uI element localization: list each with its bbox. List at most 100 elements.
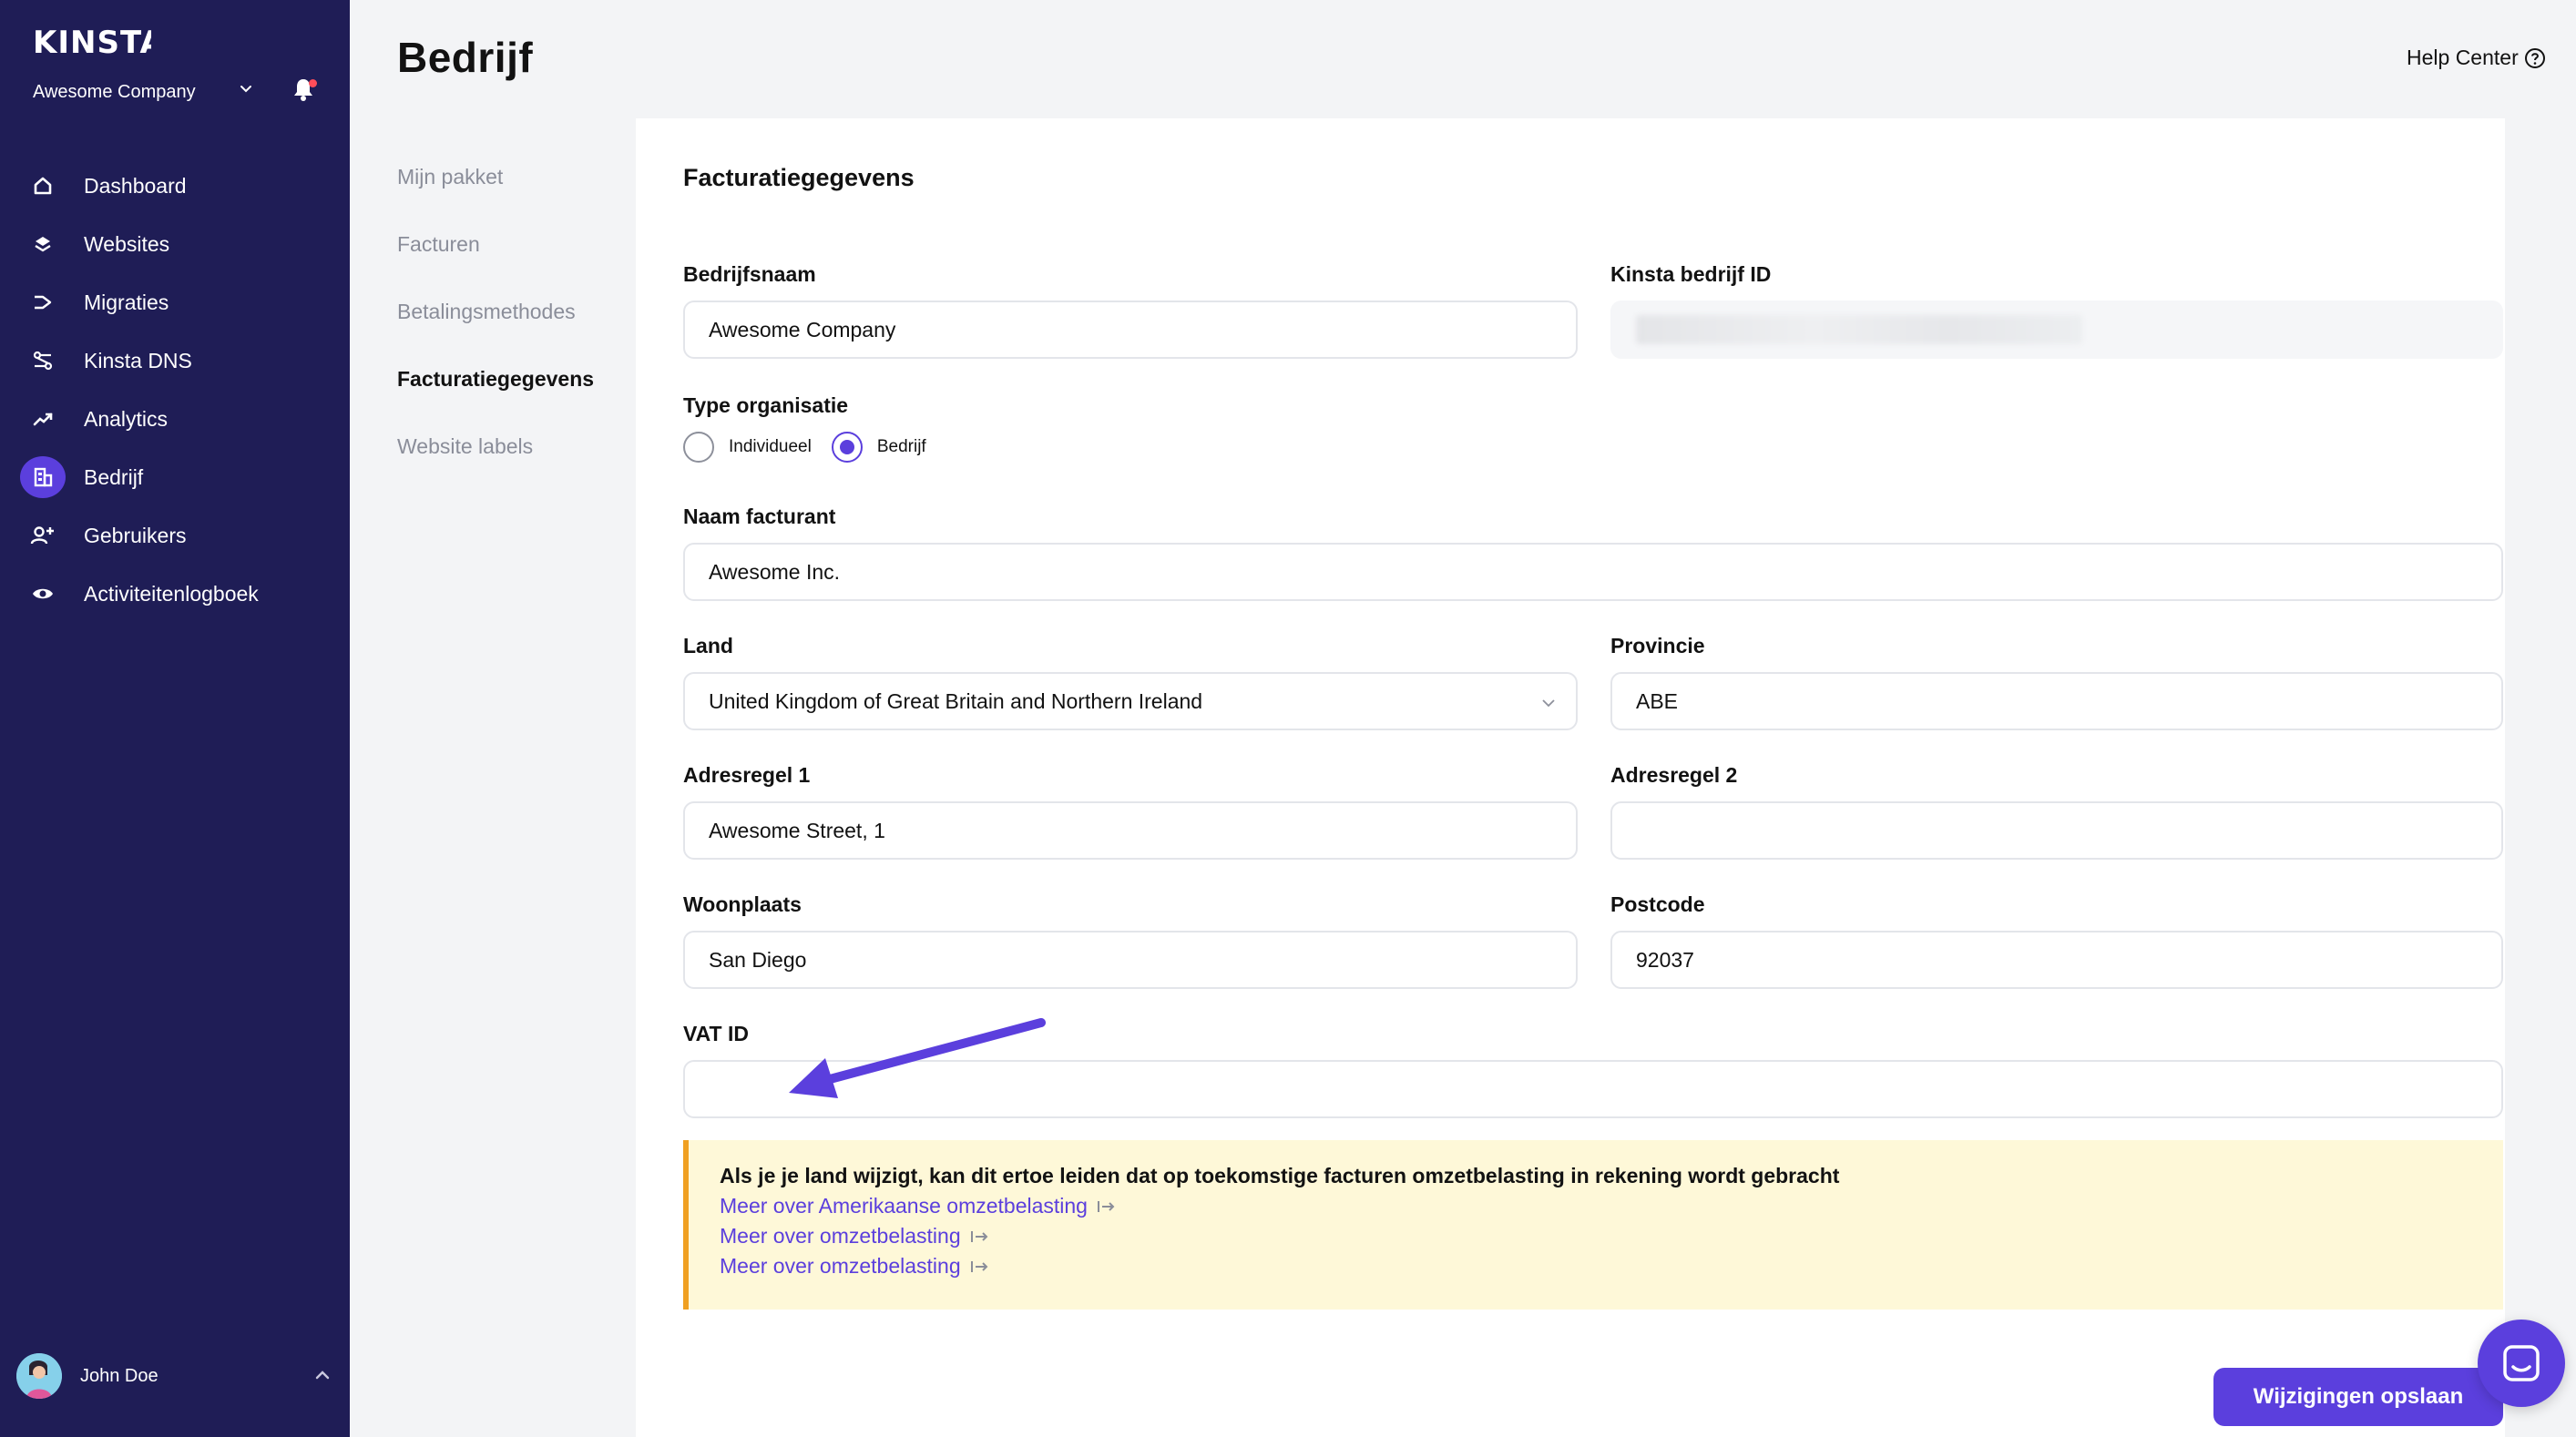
avatar <box>16 1353 62 1399</box>
migrate-icon <box>20 281 66 323</box>
dns-icon <box>20 340 66 382</box>
tax-notice: Als je je land wijzigt, kan dit ertoe le… <box>683 1140 2503 1310</box>
kinsta-logo-mark: KINSTA <box>33 25 164 61</box>
sidebar-item-kinsta-dns[interactable]: Kinsta DNS <box>0 331 350 390</box>
province-input[interactable]: ABE <box>1610 672 2503 730</box>
user-name: John Doe <box>80 1365 158 1386</box>
province-value: ABE <box>1636 688 1679 713</box>
org-type-label: Type organisatie <box>683 393 849 417</box>
sidebar-item-label: Analytics <box>84 406 169 431</box>
address2-input[interactable] <box>1610 801 2503 860</box>
sidebar-item-label: Activiteitenlogboek <box>84 581 259 606</box>
sidebar-item-migraties[interactable]: Migraties <box>0 273 350 331</box>
notification-dot <box>309 79 317 87</box>
subnav-website-labels[interactable]: Website labels <box>397 430 594 497</box>
company-name-label: Bedrijfsnaam <box>683 262 816 286</box>
province-label: Provincie <box>1610 634 1705 657</box>
invoice-name-label: Naam facturant <box>683 504 836 528</box>
address1-value: Awesome Street, 1 <box>709 818 885 842</box>
subnav-betalingsmethodes[interactable]: Betalingsmethodes <box>397 295 594 362</box>
city-value: San Diego <box>709 947 807 972</box>
invoice-name-value: Awesome Inc. <box>709 559 841 584</box>
help-icon <box>2524 47 2545 68</box>
kinsta-id-field <box>1610 301 2503 359</box>
radio-bedrijf[interactable]: Bedrijf <box>831 432 926 463</box>
address1-label: Adresregel 1 <box>683 763 811 787</box>
city-input[interactable]: San Diego <box>683 931 1578 989</box>
annotation-arrow <box>789 1018 1046 1098</box>
chevron-up-icon <box>315 1371 330 1380</box>
svg-text:KINSTA: KINSTA <box>33 27 151 58</box>
notice-link-label: Meer over omzetbelasting <box>720 1224 961 1248</box>
postcode-label: Postcode <box>1610 892 1705 916</box>
page-title: Bedrijf <box>397 34 534 81</box>
layers-icon <box>20 223 66 265</box>
postcode-input[interactable]: 92037 <box>1610 931 2503 989</box>
subnav-facturatiegegevens[interactable]: Facturatiegegevens <box>397 362 594 430</box>
sidebar: KINSTA Awesome Company Dashboard Website… <box>0 0 350 1437</box>
help-center-link[interactable]: Help Center <box>2407 46 2546 70</box>
help-center-label: Help Center <box>2407 46 2519 69</box>
external-link-icon <box>1097 1200 1115 1212</box>
notice-link-label: Meer over Amerikaanse omzetbelasting <box>720 1194 1088 1218</box>
notice-link-tax-2[interactable]: Meer over omzetbelasting <box>720 1251 2503 1281</box>
chat-launcher[interactable] <box>2478 1320 2565 1407</box>
tax-notice-message: Als je je land wijzigt, kan dit ertoe le… <box>720 1164 1840 1187</box>
sidebar-item-label: Gebruikers <box>84 523 187 547</box>
notifications-button[interactable] <box>291 76 319 104</box>
org-type-radio-group: Individueel Bedrijf <box>683 432 946 463</box>
notice-link-label: Meer over omzetbelasting <box>720 1254 961 1278</box>
company-subnav: Mijn pakket Facturen Betalingsmethodes F… <box>397 160 594 497</box>
sidebar-item-analytics[interactable]: Analytics <box>0 390 350 448</box>
company-name: Awesome Company <box>33 81 196 102</box>
radio-label: Individueel <box>729 437 812 456</box>
country-value: United Kingdom of Great Britain and Nort… <box>709 688 1203 713</box>
kinsta-logo[interactable]: KINSTA <box>33 25 164 66</box>
home-icon <box>20 165 66 207</box>
address1-input[interactable]: Awesome Street, 1 <box>683 801 1578 860</box>
trend-icon <box>20 398 66 440</box>
chevron-down-icon <box>1542 699 1555 708</box>
user-menu[interactable]: John Doe <box>16 1353 333 1399</box>
sidebar-item-websites[interactable]: Websites <box>0 215 350 273</box>
chat-icon <box>2503 1345 2540 1381</box>
vat-id-label: VAT ID <box>683 1022 749 1045</box>
company-switcher[interactable]: Awesome Company <box>33 78 261 106</box>
invoice-name-input[interactable]: Awesome Inc. <box>683 543 2503 601</box>
subnav-facturen[interactable]: Facturen <box>397 228 594 295</box>
sidebar-item-dashboard[interactable]: Dashboard <box>0 157 350 215</box>
kinsta-id-label: Kinsta bedrijf ID <box>1610 262 1772 286</box>
notice-link-us-tax[interactable]: Meer over Amerikaanse omzetbelasting <box>720 1191 2503 1221</box>
sidebar-item-label: Bedrijf <box>84 464 144 489</box>
building-icon <box>20 456 66 498</box>
sidebar-nav: Dashboard Websites Migraties Kinsta DNS … <box>0 157 350 623</box>
subnav-mijn-pakket[interactable]: Mijn pakket <box>397 160 594 228</box>
add-user-icon <box>20 515 66 556</box>
country-select[interactable]: United Kingdom of Great Britain and Nort… <box>683 672 1578 730</box>
redacted-value <box>1636 315 2082 344</box>
external-link-icon <box>970 1230 988 1242</box>
sidebar-item-label: Kinsta DNS <box>84 348 192 372</box>
company-name-input[interactable]: Awesome Company <box>683 301 1578 359</box>
notice-link-tax-1[interactable]: Meer over omzetbelasting <box>720 1221 2503 1251</box>
company-name-value: Awesome Company <box>709 317 896 341</box>
eye-icon <box>20 573 66 615</box>
radio-individueel[interactable]: Individueel <box>683 432 812 463</box>
sidebar-item-gebruikers[interactable]: Gebruikers <box>0 506 350 565</box>
radio-circle <box>683 432 714 463</box>
billing-details-card: Facturatiegegevens Bedrijfsnaam Awesome … <box>636 118 2505 1437</box>
country-label: Land <box>683 634 733 657</box>
sidebar-item-activiteitenlogboek[interactable]: Activiteitenlogboek <box>0 565 350 623</box>
address2-label: Adresregel 2 <box>1610 763 1738 787</box>
city-label: Woonplaats <box>683 892 802 916</box>
sidebar-item-label: Dashboard <box>84 173 187 198</box>
chevron-down-icon <box>240 86 251 93</box>
sidebar-item-label: Websites <box>84 231 170 256</box>
radio-label: Bedrijf <box>876 437 926 456</box>
save-changes-button[interactable]: Wijzigingen opslaan <box>2213 1368 2503 1426</box>
radio-circle <box>831 432 863 463</box>
sidebar-item-bedrijf[interactable]: Bedrijf <box>0 448 350 506</box>
external-link-icon <box>970 1260 988 1272</box>
postcode-value: 92037 <box>1636 947 1694 972</box>
sidebar-item-label: Migraties <box>84 290 169 314</box>
